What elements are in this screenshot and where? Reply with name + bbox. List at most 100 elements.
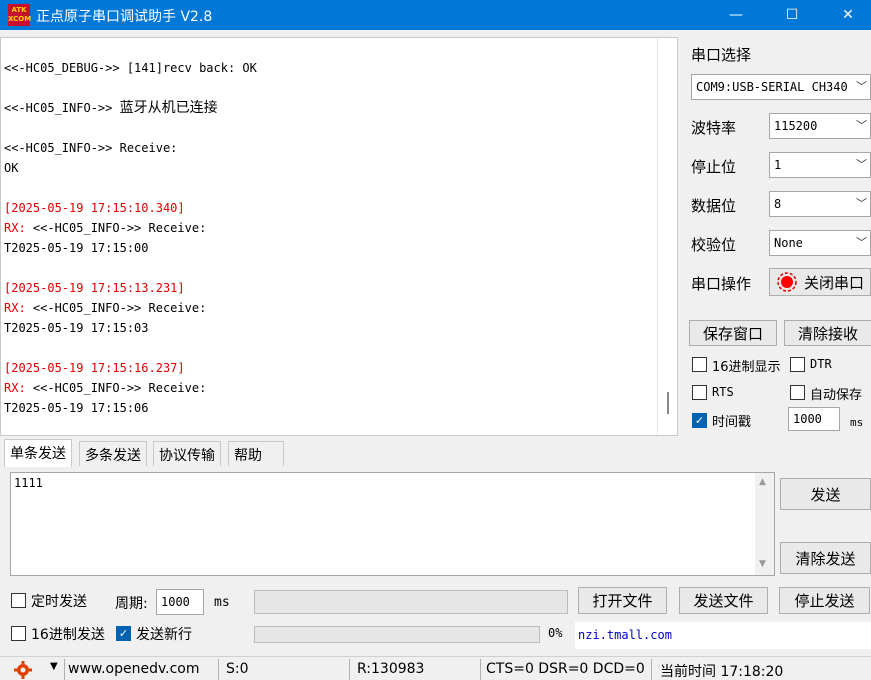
clear-send-button[interactable]: 清除发送 — [780, 542, 871, 574]
status-separator — [480, 659, 481, 680]
receive-line-text: <<-HC05_DEBUG->> [141]recv back: OK — [4, 61, 257, 75]
receive-line: RX: <<-HC05_INFO->> Receive: — [4, 378, 654, 398]
receive-line: RX: <<-HC05_INFO->> Receive: — [4, 298, 654, 318]
send-button[interactable]: 发送 — [780, 478, 871, 510]
close-port-button[interactable]: 关闭串口 — [769, 268, 871, 296]
timestamp-interval-input[interactable]: 1000 — [788, 407, 840, 431]
receive-line: [2025-05-19 17:15:13.231] — [4, 278, 654, 298]
receive-line-text: <<-HC05_INFO->> Receive: — [4, 141, 178, 155]
receive-line-text: T2025-05-19 17:15:06 — [4, 401, 149, 415]
status-sent-count: S:0 — [226, 661, 249, 677]
receive-line: <<-HC05_INFO->> Receive: — [4, 138, 654, 158]
tab-multi-send[interactable]: 多条发送 — [79, 441, 147, 466]
hex-send-checkbox[interactable] — [11, 626, 26, 641]
timestamp-checkbox[interactable]: ✓ — [692, 413, 707, 428]
website-link[interactable]: nzi.tmall.com — [578, 628, 672, 642]
port-value: COM9:USB-SERIAL CH340 — [696, 80, 848, 94]
receive-line: OK — [4, 158, 654, 178]
parity-label: 校验位 — [691, 236, 737, 254]
timestamp-unit: ms — [850, 416, 864, 429]
chevron-down-icon: ﹀ — [856, 158, 867, 171]
timed-send-checkbox[interactable] — [11, 593, 26, 608]
dtr-label: DTR — [810, 357, 832, 371]
tab-help[interactable]: 帮助 — [228, 441, 284, 466]
dtr-checkbox[interactable] — [790, 357, 805, 372]
chevron-down-icon: ﹀ — [856, 197, 867, 210]
receive-line-text: T2025-05-19 17:15:00 — [4, 241, 149, 255]
baud-value: 115200 — [774, 119, 818, 133]
tab-single-send[interactable]: 单条发送 — [4, 439, 72, 467]
port-op-label: 串口操作 — [691, 275, 752, 293]
stop-bits-value: 1 — [774, 158, 782, 172]
receive-line — [4, 78, 654, 98]
receive-line: T2025-05-19 17:15:06 — [4, 398, 654, 418]
parity-select[interactable]: None ﹀ — [769, 230, 871, 256]
send-newline-label: 发送新行 — [136, 627, 192, 643]
data-bits-value: 8 — [774, 197, 782, 211]
clear-receive-button[interactable]: 清除接收 — [784, 320, 871, 346]
receive-line-text: <<-HC05_INFO->> Receive: — [32, 301, 207, 315]
send-scrollbar[interactable]: ▲ ▼ — [755, 473, 774, 575]
open-file-button[interactable]: 打开文件 — [578, 587, 667, 614]
auto-save-checkbox[interactable] — [790, 385, 805, 400]
caret-down-icon[interactable]: ▼ — [50, 661, 58, 672]
port-select-label: 串口选择 — [691, 46, 752, 64]
receive-line — [4, 178, 654, 198]
chevron-down-icon: ﹀ — [856, 119, 867, 132]
parity-value: None — [774, 236, 803, 250]
stop-bits-label: 停止位 — [691, 158, 737, 176]
baud-select[interactable]: 115200 ﹀ — [769, 113, 871, 139]
save-window-button[interactable]: 保存窗口 — [689, 320, 777, 346]
rts-checkbox[interactable] — [692, 385, 707, 400]
baud-label: 波特率 — [691, 119, 737, 137]
app-logo-icon: ATK XCOM — [8, 4, 31, 26]
stop-bits-select[interactable]: 1 ﹀ — [769, 152, 871, 178]
receive-line: [2025-05-19 17:15:10.340] — [4, 198, 654, 218]
file-send-progress — [254, 626, 540, 643]
timestamp-label: 时间戳 — [712, 415, 752, 430]
send-file-button[interactable]: 发送文件 — [679, 587, 768, 614]
receive-scroll-thumb[interactable] — [667, 392, 669, 414]
period-input[interactable]: 1000 — [156, 589, 204, 615]
status-current-time: 当前时间 17:18:20 — [660, 664, 784, 680]
send-newline-checkbox[interactable]: ✓ — [116, 626, 131, 641]
receive-line-text: <<-HC05_INFO->> Receive: — [32, 221, 207, 235]
receive-line-text: <<-HC05_INFO->> Receive: — [32, 381, 207, 395]
chevron-down-icon: ﹀ — [856, 80, 867, 93]
receive-scrollbar[interactable] — [657, 38, 677, 435]
minimize-button[interactable]: — — [713, 0, 759, 30]
port-select[interactable]: COM9:USB-SERIAL CH340 ﹀ — [691, 74, 871, 100]
stop-send-button[interactable]: 停止发送 — [779, 587, 870, 614]
status-separator — [349, 659, 350, 680]
tab-protocol[interactable]: 协议传输 — [153, 441, 221, 466]
link-box: nzi.tmall.com — [575, 622, 871, 649]
logo-text-1: ATK — [11, 6, 27, 14]
status-line-signals: CTS=0 DSR=0 DCD=0 — [486, 661, 645, 677]
auto-save-label: 自动保存 — [810, 388, 863, 403]
rx-prefix: RX: — [4, 221, 33, 235]
status-received-count: R:130983 — [357, 661, 425, 677]
receive-line — [4, 258, 654, 278]
scroll-down-icon[interactable]: ▼ — [759, 559, 766, 569]
hex-display-checkbox[interactable] — [692, 357, 707, 372]
send-textarea[interactable]: 1111 — [10, 472, 775, 576]
status-separator — [218, 659, 219, 680]
receive-line — [4, 118, 654, 138]
receive-text: <<-HC05_DEBUG->> [141]recv back: OK <<-HC… — [4, 58, 654, 418]
status-website[interactable]: www.openedv.com — [68, 661, 200, 677]
receive-line-text: [2025-05-19 17:15:13.231] — [4, 281, 185, 295]
rx-prefix: RX: — [4, 301, 33, 315]
close-button[interactable]: ✕ — [825, 0, 871, 30]
receive-line: <<-HC05_DEBUG->> [141]recv back: OK — [4, 58, 654, 78]
timed-send-progress — [254, 590, 568, 614]
scroll-up-icon[interactable]: ▲ — [759, 477, 766, 487]
receive-line — [4, 338, 654, 358]
port-status-icon — [777, 272, 797, 292]
data-bits-select[interactable]: 8 ﹀ — [769, 191, 871, 217]
settings-gear-icon[interactable] — [12, 660, 40, 679]
maximize-button[interactable]: ☐ — [769, 0, 815, 30]
receive-area[interactable]: <<-HC05_DEBUG->> [141]recv back: OK <<-HC… — [0, 37, 678, 436]
hex-display-label: 16进制显示 — [712, 360, 781, 375]
progress-percent: 0% — [548, 626, 563, 640]
data-bits-label: 数据位 — [691, 197, 737, 215]
